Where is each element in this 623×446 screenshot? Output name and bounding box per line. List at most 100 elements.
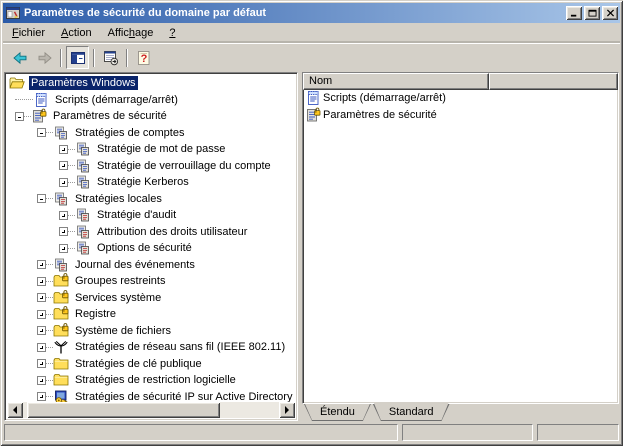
local-policy-icon <box>53 191 69 207</box>
expand-plus-icon[interactable] <box>59 161 68 170</box>
toolbar-separator <box>126 49 128 67</box>
indent-spacer <box>7 231 59 232</box>
column-header-empty[interactable] <box>489 73 618 90</box>
console-tree-panel: Paramètres WindowsScripts (démarrage/arr… <box>4 72 298 421</box>
tree-item-label: Stratégie d'audit <box>95 208 178 222</box>
tree-connector <box>46 198 53 199</box>
list-item[interactable]: Scripts (démarrage/arrêt) <box>303 90 618 107</box>
security-settings-icon <box>31 108 47 124</box>
tab--tendu[interactable]: Étendu <box>304 404 371 421</box>
tree-item[interactable]: Système de fichiers <box>7 323 295 340</box>
maximize-button[interactable] <box>584 6 600 20</box>
tree-item-label: Stratégie de mot de passe <box>95 142 227 156</box>
tree-item[interactable]: Paramètres de sécurité <box>7 108 295 125</box>
expand-plus-icon[interactable] <box>59 178 68 187</box>
indent-spacer <box>7 182 59 183</box>
tab-standard[interactable]: Standard <box>373 404 450 421</box>
tree-item[interactable]: Attribution des droits utilisateur <box>7 224 295 241</box>
tree-item-label: Journal des événements <box>73 258 197 272</box>
expand-plus-icon[interactable] <box>37 359 46 368</box>
tree-item[interactable]: Stratégies de comptes <box>7 125 295 142</box>
tree-item[interactable]: Registre <box>7 306 295 323</box>
expand-plus-icon[interactable] <box>59 145 68 154</box>
scrollbar-thumb[interactable] <box>27 402 220 418</box>
security-settings-icon <box>305 107 321 123</box>
tree-item[interactable]: Stratégie de verrouillage du compte <box>7 158 295 175</box>
menu-item-2[interactable]: Affichage <box>100 25 162 41</box>
tree-item[interactable]: Services système <box>7 290 295 307</box>
indent-spacer <box>7 99 15 100</box>
tree-item[interactable]: Paramètres Windows <box>7 75 295 92</box>
tree-item[interactable]: Stratégies locales <box>7 191 295 208</box>
title-bar[interactable]: Paramètres de sécurité du domaine par dé… <box>3 3 620 23</box>
indent-spacer <box>7 116 15 117</box>
show-hide-console-tree-button[interactable] <box>66 46 89 69</box>
tree-item[interactable]: Scripts (démarrage/arrêt) <box>7 92 295 109</box>
mmc-console-window: Paramètres de sécurité du domaine par dé… <box>0 0 623 446</box>
expand-plus-icon[interactable] <box>37 310 46 319</box>
show-hide-console-tree-icon <box>70 50 86 66</box>
menu-item-0[interactable]: Fichier <box>4 25 53 41</box>
forward-icon <box>37 50 53 66</box>
expand-plus-icon[interactable] <box>37 343 46 352</box>
tree-item[interactable]: Stratégie de mot de passe <box>7 141 295 158</box>
tree-item[interactable]: Stratégies de réseau sans fil (IEEE 802.… <box>7 339 295 356</box>
tab-label: Étendu <box>304 404 371 418</box>
forward-button[interactable] <box>33 46 56 69</box>
close-button[interactable] <box>602 6 618 20</box>
locked-folder-icon <box>53 273 69 289</box>
status-bar <box>4 424 619 441</box>
scrollbar-track[interactable] <box>23 402 279 418</box>
list-item[interactable]: Paramètres de sécurité <box>303 107 618 124</box>
scroll-left-button[interactable] <box>7 402 23 418</box>
tree-item-label: Scripts (démarrage/arrêt) <box>53 93 180 107</box>
help-button[interactable]: ? <box>132 46 155 69</box>
tree-item-label: Groupes restreints <box>73 274 167 288</box>
back-icon <box>12 50 28 66</box>
ipsec-policy-icon <box>53 389 69 402</box>
tree-item[interactable]: Stratégie d'audit <box>7 207 295 224</box>
back-button[interactable] <box>8 46 31 69</box>
expand-plus-icon[interactable] <box>37 376 46 385</box>
locked-folder-icon <box>53 290 69 306</box>
tree-connector <box>15 99 33 100</box>
tree-item-label: Stratégies de sécurité IP sur Active Dir… <box>73 390 295 402</box>
tree-item-label: Stratégies de réseau sans fil (IEEE 802.… <box>73 340 287 354</box>
tree-connector <box>46 347 53 348</box>
tree-item[interactable]: Options de sécurité <box>7 240 295 257</box>
folder-icon <box>53 372 69 388</box>
tree-item[interactable]: Stratégies de clé publique <box>7 356 295 373</box>
tree-item[interactable]: Groupes restreints <box>7 273 295 290</box>
export-list-button[interactable] <box>99 46 122 69</box>
expand-plus-icon[interactable] <box>37 293 46 302</box>
collapse-minus-icon[interactable] <box>37 128 46 137</box>
tree-item[interactable]: Stratégie Kerberos <box>7 174 295 191</box>
menu-item-1[interactable]: Action <box>53 25 100 41</box>
expand-plus-icon[interactable] <box>37 277 46 286</box>
tree-item[interactable]: Stratégies de restriction logicielle <box>7 372 295 389</box>
scripts-icon <box>305 90 321 106</box>
expand-plus-icon[interactable] <box>37 326 46 335</box>
indent-spacer <box>7 281 37 282</box>
menu-item-3[interactable]: ? <box>161 25 183 41</box>
tree-connector <box>46 264 53 265</box>
collapse-minus-icon[interactable] <box>37 194 46 203</box>
results-panel: Nom Scripts (démarrage/arrêt)Paramètres … <box>302 72 619 404</box>
horizontal-scrollbar[interactable] <box>7 402 295 418</box>
tree-item-label: Services système <box>73 291 163 305</box>
scroll-right-button[interactable] <box>279 402 295 418</box>
tree-item-label: Options de sécurité <box>95 241 194 255</box>
indent-spacer <box>7 380 37 381</box>
tree-item-label: Stratégies locales <box>73 192 164 206</box>
expand-plus-icon[interactable] <box>37 260 46 269</box>
expand-plus-icon[interactable] <box>59 227 68 236</box>
tree-item[interactable]: Journal des événements <box>7 257 295 274</box>
collapse-minus-icon[interactable] <box>15 112 24 121</box>
expand-plus-icon[interactable] <box>59 244 68 253</box>
minimize-button[interactable] <box>566 6 582 20</box>
expand-plus-icon[interactable] <box>59 211 68 220</box>
policy-icon <box>75 174 91 190</box>
column-header-name[interactable]: Nom <box>303 73 489 90</box>
expand-plus-icon[interactable] <box>37 392 46 401</box>
tree-item[interactable]: Stratégies de sécurité IP sur Active Dir… <box>7 389 295 403</box>
